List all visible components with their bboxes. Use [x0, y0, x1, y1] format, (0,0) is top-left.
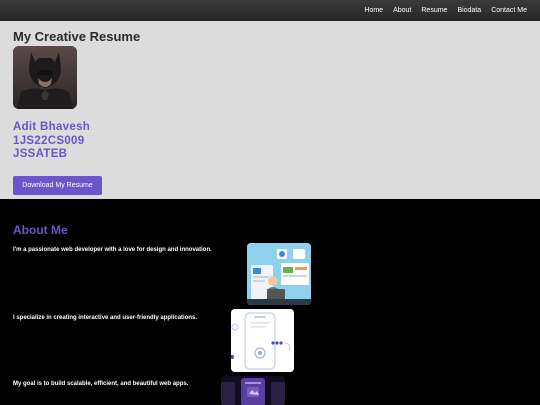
about-text: My goal is to build scalable, efficient,… — [13, 381, 189, 387]
download-resume-button[interactable]: Download My Resume — [13, 175, 102, 195]
nav-resume-link[interactable]: Resume — [421, 7, 447, 14]
nav-biodata-link[interactable]: Biodata — [457, 7, 481, 14]
about-text: I'm a passionate web developer with a lo… — [13, 247, 212, 253]
student-info: Adit Bhavesh 1JS22CS009 JSSATEB — [13, 121, 527, 162]
about-line-2: I specialize in creating interactive and… — [13, 315, 197, 321]
about-line-1: I'm a passionate web developer with a lo… — [13, 247, 212, 253]
developer-illustration — [247, 243, 311, 305]
nav-home-link[interactable]: Home — [364, 7, 383, 14]
nav-contact-link[interactable]: Contact Me — [491, 7, 527, 14]
about-heading: About Me — [13, 223, 68, 237]
mobile-app-illustration — [231, 309, 294, 372]
about-text: I specialize in creating interactive and… — [13, 315, 198, 321]
student-name: Adit Bhavesh — [13, 121, 91, 133]
avatar — [13, 46, 77, 109]
hero-section: My Creative Resume Adit Bhavesh 1JS22CS0… — [0, 21, 540, 199]
avatar-image — [13, 46, 77, 109]
page-title: My Creative Resume — [13, 29, 141, 44]
about-section: About Me I'm a passionate web developer … — [0, 199, 540, 405]
top-navbar: Home About Resume Biodata Contact Me — [0, 0, 540, 21]
web-apps-illustration — [221, 376, 285, 405]
student-college: JSSATEB — [13, 148, 68, 160]
nav-about-link[interactable]: About — [393, 7, 411, 14]
about-line-3: My goal is to build scalable, efficient,… — [13, 381, 188, 387]
student-usn: 1JS22CS009 — [13, 134, 85, 147]
